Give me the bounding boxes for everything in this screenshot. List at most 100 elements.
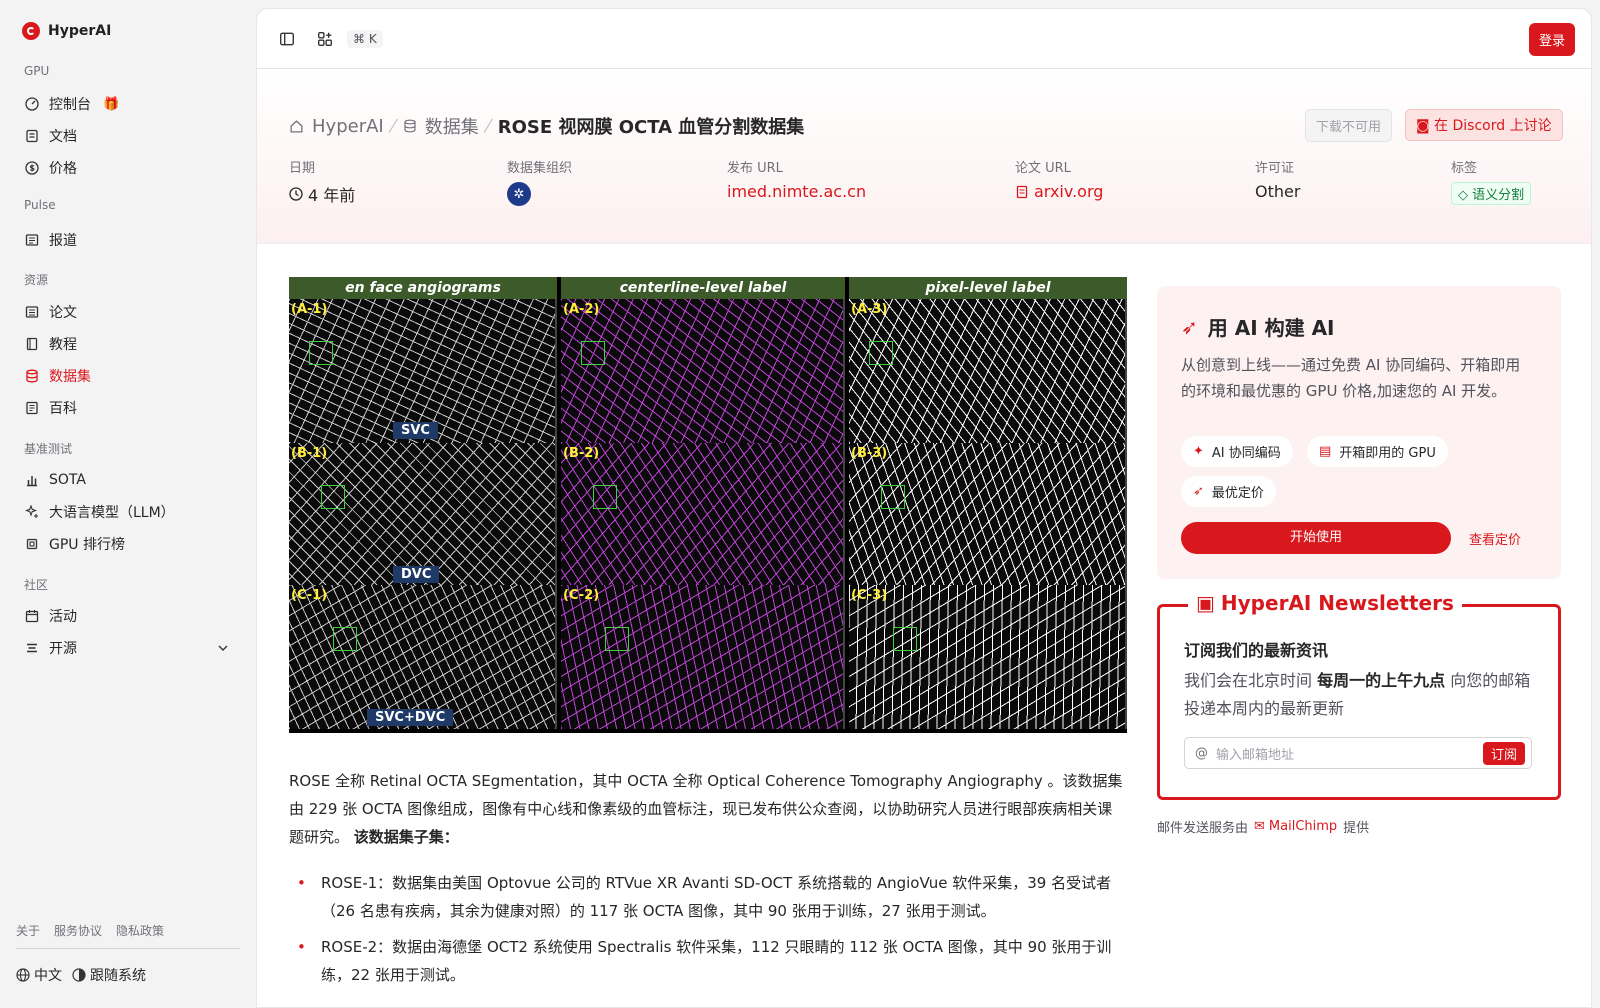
mailchimp-link[interactable]: ✉ MailChimp [1254, 819, 1337, 834]
section-community: 社区 [24, 578, 49, 592]
figure-cell-label: (A-3) [851, 302, 888, 317]
list-item-rose-2: ROSE-2：数据由海德堡 OCT2 系统使用 Spectralis 软件采集，… [289, 933, 1127, 989]
sidebar-item-gpu-ranking[interactable]: GPU 排行榜 [16, 530, 238, 558]
figure-cell-label: (B-1) [291, 446, 328, 461]
calendar-icon [25, 609, 39, 623]
promo-pill-pricing: ➶ 最优定价 [1181, 476, 1276, 507]
email-placeholder: 输入邮箱地址 [1216, 747, 1295, 763]
figure-cell: (A-3) [849, 299, 1127, 443]
theme-switcher[interactable]: 跟随系统 [72, 965, 146, 985]
mail-icon: ✉ [1254, 819, 1265, 834]
sidebar-item-datasets[interactable]: 数据集 [16, 362, 238, 390]
discord-icon: ◙ [1416, 118, 1430, 134]
meta-date: 日期 4 年前 [289, 161, 356, 205]
sidebar-item-console[interactable]: 控制台 🎁 [16, 90, 238, 118]
dashboard-icon [25, 97, 39, 111]
start-button[interactable]: 开始使用 [1181, 522, 1451, 554]
zoom-region-box [593, 485, 617, 509]
figure-cell: (B-2) [561, 443, 845, 587]
figure-cell: (C-1) [289, 585, 557, 729]
apps-icon[interactable] [317, 31, 333, 47]
newspaper-icon: ▣ [1196, 591, 1215, 615]
tag-semantic-segmentation[interactable]: ◇ 语义分割 [1451, 182, 1532, 205]
organization-logo-icon[interactable]: ✲ [507, 182, 531, 206]
dataset-header: HyperAI ⁄ 数据集 ⁄ ROSE 视网膜 OCTA 血管分割数据集 下载… [257, 69, 1591, 244]
zoom-region-box [881, 485, 905, 509]
row-badge-svc-dvc: SVC+DVC [367, 709, 454, 726]
newsletter-description: 我们会在北京时间 每周一的上午九点 向您的邮箱投递本周内的最新更新 [1184, 671, 1531, 718]
home-icon [289, 119, 304, 134]
login-button[interactable]: 登录 [1528, 23, 1575, 56]
mail-provider: 邮件发送服务由 ✉ MailChimp 提供 [1157, 819, 1370, 836]
sidebar-item-llm[interactable]: 大语言模型（LLM） [16, 498, 238, 526]
rocket-icon: ➶ [1181, 314, 1198, 339]
theme-icon [72, 968, 86, 982]
figure-header-1: en face angiograms [289, 277, 557, 299]
row-badge-svc: SVC [393, 422, 438, 439]
section-resources: 资源 [24, 273, 49, 287]
database-icon [25, 369, 39, 383]
figure-cell-label: (A-2) [563, 302, 600, 317]
breadcrumb: HyperAI ⁄ 数据集 ⁄ ROSE 视网膜 OCTA 血管分割数据集 [289, 113, 804, 139]
chevron-down-icon[interactable] [216, 641, 230, 655]
figure-cell: (C-3) [849, 585, 1127, 729]
promo-title: ➶ 用 AI 构建 AI [1181, 314, 1335, 341]
release-url-link[interactable]: imed.nimte.ac.cn [727, 182, 866, 201]
view-pricing-link[interactable]: 查看定价 [1469, 529, 1521, 548]
list-item-rose-1: ROSE-1：数据集由美国 Optovue 公司的 RTVue XR Avant… [289, 869, 1127, 925]
footer-link-privacy[interactable]: 隐私政策 [116, 922, 164, 939]
dataset-preview-image: en face angiograms centerline-level labe… [289, 277, 1127, 733]
brand-logo[interactable]: HyperAI [22, 22, 111, 40]
brand-name: HyperAI [48, 23, 112, 39]
footer-link-about[interactable]: 关于 [16, 922, 40, 939]
figure-cell: (A-2) [561, 299, 845, 443]
figure-cell-label: (C-2) [563, 588, 600, 603]
subscribe-button[interactable]: 订阅 [1482, 742, 1525, 765]
figure-header-2: centerline-level label [561, 277, 845, 299]
sidebar-item-pricing[interactable]: 价格 [16, 154, 238, 182]
sparkle-icon [25, 505, 39, 519]
breadcrumb-datasets[interactable]: 数据集 [425, 113, 479, 139]
promo-description: 从创意到上线——通过免费 AI 协同编码、开箱即用的环境和最优惠的 GPU 价格… [1181, 356, 1521, 400]
language-switcher[interactable]: 中文 [16, 965, 62, 985]
clock-icon [289, 187, 303, 201]
section-gpu: GPU [24, 64, 50, 78]
download-unavailable-button[interactable]: 下载不可用 [1305, 109, 1393, 142]
sidebar-item-wiki[interactable]: 百科 [16, 394, 238, 422]
gift-icon: 🎁 [103, 96, 120, 112]
promo-pill-coding: ✦ AI 协同编码 [1181, 436, 1293, 467]
paper-url-link[interactable]: arxiv.org [1015, 182, 1103, 201]
meta-organization: 数据集组织 ✲ [507, 157, 572, 206]
encyclopedia-icon [25, 401, 39, 415]
newsletter-title: ▣ HyperAI Newsletters [1188, 591, 1462, 615]
page-title: ROSE 视网膜 OCTA 血管分割数据集 [497, 117, 805, 138]
database-icon [403, 119, 417, 133]
zoom-region-box [893, 627, 917, 651]
sidebar-item-open-source[interactable]: 开源 [16, 634, 238, 662]
discord-discuss-button[interactable]: ◙ 在 Discord 上讨论 [1405, 109, 1563, 141]
footer-link-terms[interactable]: 服务协议 [54, 922, 102, 939]
footer-settings: 中文 跟随系统 [16, 965, 146, 985]
server-icon: ▤ [1319, 444, 1332, 459]
sidebar-item-events[interactable]: 活动 [16, 602, 238, 630]
figure-header-3: pixel-level label [849, 277, 1127, 299]
sidebar-toggle-icon[interactable] [279, 31, 295, 47]
dataset-description: ROSE 全称 Retinal OCTA SEgmentation，其中 OCT… [289, 772, 1123, 846]
sidebar-item-tutorials[interactable]: 教程 [16, 330, 238, 358]
zoom-region-box [869, 341, 893, 365]
sidebar-item-docs[interactable]: 文档 [16, 122, 238, 150]
cpu-icon [25, 537, 39, 551]
sidebar-item-sota[interactable]: SOTA [16, 466, 238, 494]
sidebar-item-papers[interactable]: 论文 [16, 298, 238, 326]
newsletter-subtitle: 订阅我们的最新资讯 [1184, 641, 1329, 660]
sidebar-item-news[interactable]: 报道 [16, 226, 238, 254]
breadcrumb-home[interactable]: HyperAI [312, 116, 384, 137]
list-icon [25, 641, 39, 655]
meta-license: 许可证 Other [1255, 161, 1301, 201]
meta-paper-url: 论文 URL arxiv.org [1015, 161, 1104, 201]
zoom-region-box [581, 341, 605, 365]
command-shortcut[interactable]: ⌘ K [347, 29, 383, 48]
figure-cell-label: (B-2) [563, 446, 600, 461]
book-icon [25, 337, 39, 351]
email-input[interactable]: @ 输入邮箱地址 订阅 [1184, 737, 1532, 769]
